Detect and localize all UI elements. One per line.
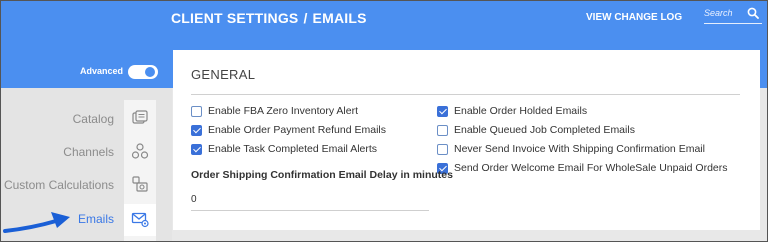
- advanced-label: Advanced: [80, 66, 124, 76]
- checkbox[interactable]: [437, 105, 448, 117]
- checkbox[interactable]: [191, 124, 202, 136]
- option-label: Never Send Invoice With Shipping Confirm…: [454, 143, 705, 155]
- sidebar-item-custom-calculations[interactable]: Custom Calculations: [4, 178, 114, 192]
- sidebar-item-emails[interactable]: Emails: [78, 212, 114, 226]
- advanced-toggle[interactable]: [128, 65, 158, 79]
- checkbox[interactable]: [191, 143, 202, 155]
- sidebar-item-catalog[interactable]: Catalog: [73, 112, 114, 126]
- checkbox[interactable]: [437, 143, 448, 155]
- option-label: Enable Order Holded Emails: [454, 105, 588, 117]
- email-settings-icon[interactable]: [131, 210, 149, 228]
- panel-divider: [191, 94, 740, 95]
- option-order-holded-emails[interactable]: Enable Order Holded Emails: [437, 104, 587, 118]
- option-label: Enable Queued Job Completed Emails: [454, 124, 635, 136]
- pointer-arrow-icon: [3, 212, 70, 233]
- shipping-confirmation-delay-label: Order Shipping Confirmation Email Delay …: [191, 169, 453, 181]
- option-queued-job-completed-emails[interactable]: Enable Queued Job Completed Emails: [437, 123, 635, 137]
- search-input[interactable]: [704, 6, 742, 20]
- checkbox[interactable]: [437, 124, 448, 136]
- option-label: Send Order Welcome Email For WholeSale U…: [454, 162, 728, 174]
- catalog-icon[interactable]: [131, 109, 149, 127]
- panel-title: GENERAL: [191, 67, 256, 82]
- option-fba-zero-inventory-alert[interactable]: Enable FBA Zero Inventory Alert: [191, 104, 358, 118]
- view-change-log-link[interactable]: VIEW CHANGE LOG: [586, 12, 682, 23]
- option-never-send-invoice-with-shipping-confirmation[interactable]: Never Send Invoice With Shipping Confirm…: [437, 142, 705, 156]
- general-settings-panel: GENERAL Enable FBA Zero Inventory Alert …: [173, 50, 760, 230]
- checkbox[interactable]: [191, 105, 202, 117]
- toggle-knob: [145, 67, 155, 77]
- option-label: Enable Order Payment Refund Emails: [208, 124, 387, 136]
- search-box: [704, 4, 762, 24]
- option-label: Enable FBA Zero Inventory Alert: [208, 105, 358, 117]
- custom-calculations-icon[interactable]: [131, 175, 149, 193]
- breadcrumb-root[interactable]: CLIENT SETTINGS: [171, 10, 298, 26]
- option-send-order-welcome-email-wholesale-unpaid[interactable]: Send Order Welcome Email For WholeSale U…: [437, 161, 728, 175]
- breadcrumb-separator: /: [303, 10, 308, 26]
- option-label: Enable Task Completed Email Alerts: [208, 143, 378, 155]
- channels-icon[interactable]: [131, 142, 149, 160]
- sidebar-item-channels[interactable]: Channels: [63, 145, 114, 159]
- search-icon[interactable]: [747, 7, 759, 19]
- breadcrumb: CLIENT SETTINGS / EMAILS: [171, 10, 367, 26]
- option-task-completed-email-alerts[interactable]: Enable Task Completed Email Alerts: [191, 142, 377, 156]
- breadcrumb-current: EMAILS: [312, 10, 367, 26]
- shipping-confirmation-delay-input[interactable]: [191, 189, 429, 211]
- option-order-payment-refund-emails[interactable]: Enable Order Payment Refund Emails: [191, 123, 386, 137]
